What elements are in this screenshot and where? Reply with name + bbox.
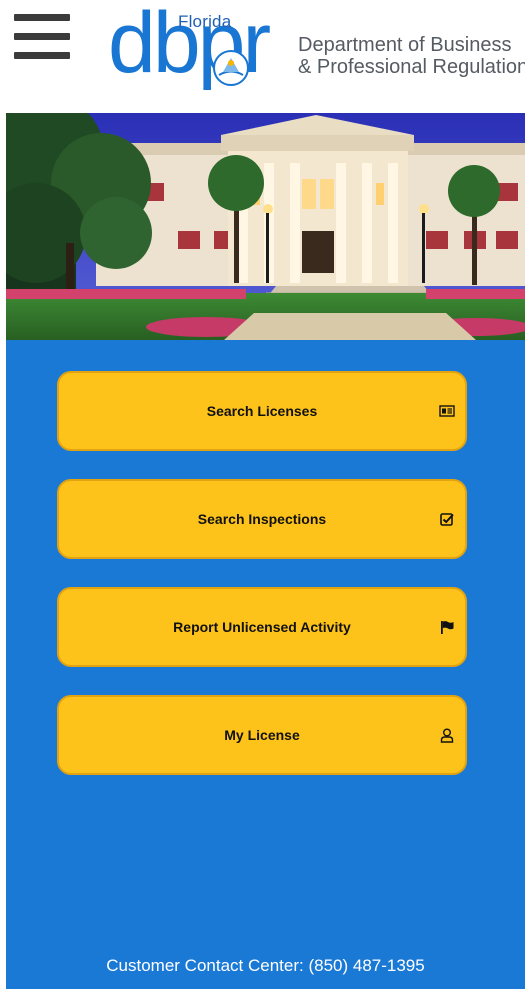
id-card-icon bbox=[439, 405, 455, 417]
hero-capitol-image bbox=[6, 113, 525, 340]
hamburger-menu-icon[interactable] bbox=[14, 14, 72, 60]
report-unlicensed-activity-button[interactable]: Report Unlicensed Activity bbox=[57, 587, 467, 667]
my-license-label: My License bbox=[224, 727, 300, 743]
customer-contact-text[interactable]: Customer Contact Center: (850) 487-1395 bbox=[6, 956, 525, 976]
search-inspections-label: Search Inspections bbox=[197, 511, 327, 527]
flag-icon bbox=[441, 621, 454, 634]
logo-wordmark: dbpr Florida bbox=[108, 0, 298, 98]
user-icon bbox=[440, 728, 454, 743]
logo-department-line2: & Professional Regulation bbox=[298, 56, 525, 78]
dbpr-logo[interactable]: dbpr Florida Department of Business & Pr… bbox=[108, 0, 525, 98]
checkbox-icon bbox=[440, 513, 454, 526]
search-inspections-button[interactable]: Search Inspections bbox=[57, 479, 467, 559]
seal-icon bbox=[213, 50, 249, 86]
logo-department-name: Department of Business & Professional Re… bbox=[298, 34, 525, 78]
search-licenses-label: Search Licenses bbox=[206, 403, 318, 419]
logo-florida-text: Florida bbox=[178, 12, 232, 31]
app-screen: dbpr Florida Department of Business & Pr… bbox=[0, 0, 525, 989]
app-header: dbpr Florida Department of Business & Pr… bbox=[0, 0, 525, 112]
search-licenses-button[interactable]: Search Licenses bbox=[57, 371, 467, 451]
logo-department-line1: Department of Business bbox=[298, 34, 512, 56]
report-unlicensed-activity-label: Report Unlicensed Activity bbox=[173, 619, 351, 635]
main-panel: Search Licenses Search Inspections Repor… bbox=[6, 340, 525, 989]
my-license-button[interactable]: My License bbox=[57, 695, 467, 775]
